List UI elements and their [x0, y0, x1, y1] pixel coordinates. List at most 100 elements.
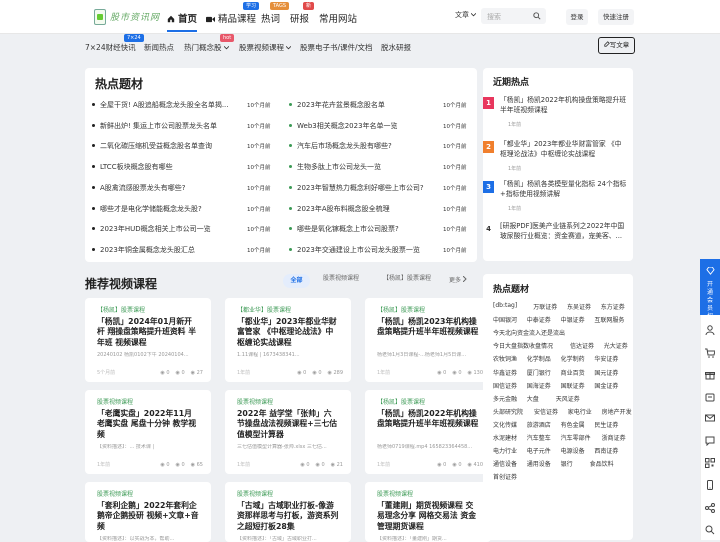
video-card-category[interactable]: 股票视频课程: [97, 489, 199, 498]
hot-topic-item[interactable]: 2023年铜金属概念龙头股汇总: [92, 245, 242, 255]
hot-tag[interactable]: 商业百货: [561, 368, 585, 377]
recent-hot-title[interactable]: [研报PDF]医美产业链系列之2022年中国玻尿酸行业概览：资金赛道，宠美客、.…: [500, 222, 627, 241]
hot-tag[interactable]: 大盘: [527, 394, 539, 403]
hot-tag[interactable]: 化学制药: [561, 354, 585, 363]
site-logo-text[interactable]: 股市资讯网: [110, 10, 160, 23]
video-card-category[interactable]: 【都业华】股票课程: [237, 305, 339, 314]
cart-icon[interactable]: [705, 348, 715, 358]
video-tab-stock-courses[interactable]: 股票视频课程: [323, 273, 359, 282]
login-button[interactable]: 登录: [566, 9, 588, 25]
video-card[interactable]: 【杨凯】股票课程 「杨凯」2024年01月新开 杆 翔操盘策略提升班资料 半年班 …: [85, 298, 211, 382]
recent-hot-title[interactable]: 「杨凯」杨凯2022年机构操盘策略提升班半年班视频课程: [500, 96, 627, 124]
hot-tag[interactable]: 电源设备: [561, 446, 585, 455]
hot-tag[interactable]: 国金证券: [594, 381, 618, 390]
hot-topic-item[interactable]: 2023年A股布料概念股全梳理: [289, 204, 434, 214]
video-tab-yangkai[interactable]: 【杨凯】股票课程: [383, 273, 431, 282]
video-card-title[interactable]: 「杨凯」2024年01月新开 杆 翔操盘策略提升班资料 半年班 视频课程: [97, 317, 199, 349]
hot-tag[interactable]: 光大证券: [604, 341, 628, 350]
hot-tag[interactable]: 银行: [561, 459, 573, 468]
nav-courses[interactable]: 精品课程: [206, 11, 256, 25]
search-icon[interactable]: [705, 525, 715, 535]
site-logo-icon[interactable]: [94, 9, 106, 25]
hot-topic-item[interactable]: 生物多肽上市公司龙头一览: [289, 162, 434, 172]
register-button[interactable]: 快速注册: [598, 9, 634, 25]
search-scope-select[interactable]: 文章: [455, 10, 479, 20]
hot-topic-item[interactable]: 新鲜出炉! 集运上市公司股票龙头名单: [92, 121, 242, 131]
hot-tag[interactable]: 头部研究院: [493, 407, 523, 416]
video-card[interactable]: 【杨凯】股票课程 「杨凯」杨凯2022年机构操盘策略提升班半年班视频课程 杨老师07…: [365, 390, 491, 474]
video-card[interactable]: 股票视频课程 2022年 益学堂「张帅」六节操盘战法视频课程+三七估值模型计算器三…: [225, 390, 351, 474]
hot-tag[interactable]: 华鑫证券: [493, 368, 517, 377]
video-card-title[interactable]: 「老鹰实盘」2022年11月老鹰实盘 尾盘十分钟 教学视频: [97, 409, 199, 441]
hot-tag[interactable]: 电子元件: [527, 446, 551, 455]
subnav-news-hot[interactable]: 新闻热点: [144, 42, 174, 53]
hot-tag[interactable]: 华安证券: [594, 354, 618, 363]
hot-topic-item[interactable]: 全屋干货! A股追船概念龙头股全名单揭...: [92, 100, 242, 110]
hot-tag[interactable]: 化学制品: [527, 354, 551, 363]
hot-tag[interactable]: 安信证券: [534, 407, 558, 416]
hot-tag[interactable]: 中泰证券: [527, 315, 551, 324]
hot-topic-item[interactable]: Web3相关概念2023年名单一览: [289, 121, 434, 131]
nav-websites[interactable]: 常用网站: [319, 11, 357, 25]
hot-tag[interactable]: 通信设备: [493, 459, 517, 468]
video-card-title[interactable]: 「杨凯」杨凯2023年机构操盘策略提升班半年班视频课程: [377, 317, 479, 349]
phone-icon[interactable]: [705, 480, 715, 490]
share-icon[interactable]: [705, 503, 715, 513]
hot-tag[interactable]: 汽车整车: [527, 433, 551, 442]
qrcode-icon[interactable]: [705, 458, 715, 468]
wallet-icon[interactable]: [705, 392, 715, 402]
hot-tag[interactable]: 食品饮料: [590, 459, 614, 468]
subnav-flash-news[interactable]: 7×24财经快讯: [85, 42, 136, 53]
hot-tag[interactable]: 中国银河: [493, 315, 517, 324]
mail-icon[interactable]: [705, 413, 715, 423]
video-card[interactable]: 股票视频课程 「古域」古域职业打板-像游资那样思考与打板，游资系列之超短打板28集…: [225, 482, 351, 542]
recent-hot-title[interactable]: 「都业华」2023年都业华财富管家 《中枢理论战法》中枢缠论实战课程: [500, 140, 627, 168]
hot-topic-item[interactable]: 哪些是氧化镓概念上市公司股票?: [289, 224, 434, 234]
hot-topic-item[interactable]: 2023年交通建设上市公司龙头股票一览: [289, 245, 434, 255]
hot-tag[interactable]: 电力行业: [493, 446, 517, 455]
chat-icon[interactable]: [705, 436, 715, 446]
hot-tag[interactable]: 汽车零部件: [561, 433, 591, 442]
hot-topic-item[interactable]: 2023年花卉盆景概念股名单: [289, 100, 434, 110]
video-card-category[interactable]: 【杨凯】股票课程: [377, 305, 479, 314]
video-card[interactable]: 股票视频课程 「老鹰实盘」2022年11月老鹰实盘 尾盘十分钟 教学视频 【资料描述…: [85, 390, 211, 474]
hot-tag[interactable]: 水泥建材: [493, 433, 517, 442]
hot-topic-item[interactable]: 二氧化碳压缩机受益概念股名单查询: [92, 141, 242, 151]
hot-tag[interactable]: 房地产开发: [602, 407, 632, 416]
hot-tag[interactable]: 万联证券: [533, 302, 557, 311]
hot-topic-item[interactable]: 2023年HUD概念相关上市公司一览: [92, 224, 242, 234]
hot-tag[interactable]: 国联证券: [561, 381, 585, 390]
gift-icon[interactable]: [705, 370, 715, 380]
subnav-research[interactable]: 脱水研报: [381, 42, 411, 53]
video-card-category[interactable]: 股票视频课程: [237, 489, 339, 498]
subnav-hot-concepts[interactable]: 热门概念股: [184, 42, 229, 53]
video-card-title[interactable]: 「董建刚」期货视频课程 交易理念分享 网格交易法 资金管理期货课程: [377, 501, 479, 533]
hot-tag[interactable]: 通用设备: [527, 459, 551, 468]
video-card-category[interactable]: 股票视频课程: [97, 397, 199, 406]
hot-tag[interactable]: 首创证券: [493, 472, 517, 481]
hot-tag[interactable]: 东吴证券: [567, 302, 591, 311]
video-card[interactable]: 股票视频课程 「董建刚」期货视频课程 交易理念分享 网格交易法 资金管理期货课程【…: [365, 482, 491, 542]
hot-topic-item[interactable]: 哪些才是电化学储能概念龙头股?: [92, 204, 242, 214]
video-card-title[interactable]: 「都业华」2023年都业华财富管家 《中枢理论战法》中枢缠论实战课程: [237, 317, 339, 349]
video-tab-all[interactable]: 全部: [283, 274, 310, 288]
nav-hotwords[interactable]: 热词: [261, 11, 280, 25]
hot-tag[interactable]: 旅游酒店: [527, 420, 551, 429]
hot-topic-item[interactable]: LTCC板块概念股有哪些: [92, 162, 242, 172]
hot-tag[interactable]: 天风证券: [556, 394, 580, 403]
video-card[interactable]: 【都业华】股票课程「都业华」2023年都业华财富管家 《中枢理论战法》中枢缠论实…: [225, 298, 351, 382]
hot-tag[interactable]: 今天北向资金流入还是流出: [493, 328, 565, 337]
video-card-category[interactable]: 股票视频课程: [377, 489, 479, 498]
video-card-category[interactable]: 【杨凯】股票课程: [377, 397, 479, 406]
hot-tag[interactable]: 多元金融: [493, 394, 517, 403]
video-card-title[interactable]: 2022年 益学堂「张帅」六节操盘战法视频课程+三七估值模型计算器: [237, 409, 339, 441]
hot-tag[interactable]: 民生证券: [594, 420, 618, 429]
hot-tag[interactable]: 西南证券: [594, 446, 618, 455]
hot-tag[interactable]: 国海证券: [527, 381, 551, 390]
hot-tag[interactable]: 国元证券: [594, 368, 618, 377]
subnav-video-courses[interactable]: 股票视频课程: [239, 42, 292, 53]
video-tab-more[interactable]: 更多: [449, 273, 474, 289]
subnav-ebooks[interactable]: 股票电子书/课件/文档: [300, 42, 373, 53]
hot-tag[interactable]: 浙商证券: [602, 433, 626, 442]
hot-tag[interactable]: 有色金属: [561, 420, 585, 429]
